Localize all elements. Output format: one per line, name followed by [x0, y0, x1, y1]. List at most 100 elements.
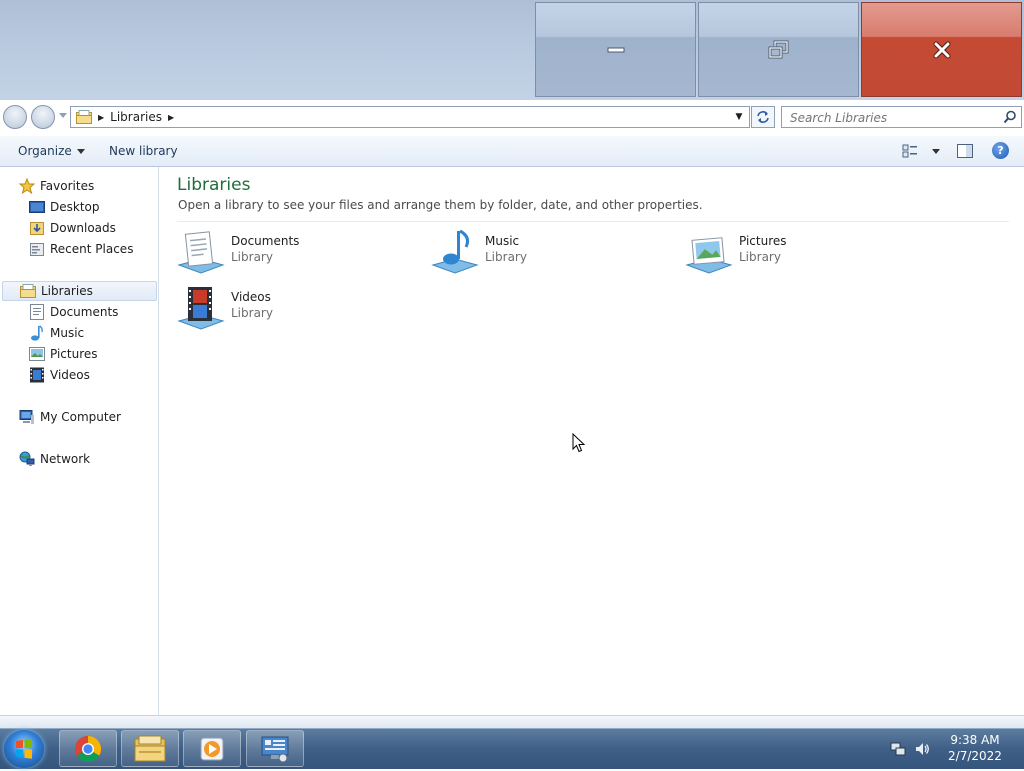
library-tile-videos[interactable]: Videos Library — [177, 285, 397, 335]
preview-pane-icon[interactable] — [957, 143, 973, 159]
nav-downloads-label: Downloads — [50, 221, 116, 235]
library-name: Music — [485, 234, 520, 248]
desktop-icon — [29, 199, 45, 215]
taskbar-media-player[interactable] — [183, 730, 241, 767]
volume-icon[interactable] — [914, 741, 930, 757]
library-tile-music[interactable]: Music Library — [431, 229, 651, 279]
downloads-folder-icon — [29, 220, 45, 236]
nav-music-label: Music — [50, 326, 85, 340]
library-type: Library — [485, 250, 527, 264]
nav-recent-places-label: Recent Places — [50, 242, 134, 256]
navigation-pane: Favorites Desktop Downloads Recent Place… — [0, 167, 159, 715]
content-divider — [177, 221, 1009, 222]
taskbar-control-panel[interactable] — [246, 730, 304, 767]
nav-videos-label: Videos — [50, 368, 90, 382]
music-note-icon — [29, 325, 45, 341]
view-options-dropdown[interactable] — [932, 149, 940, 154]
page-title: Libraries — [177, 175, 251, 195]
organize-button[interactable]: Organize — [18, 144, 85, 158]
clock-time: 9:38 AM — [950, 733, 1000, 747]
window-titlebar[interactable] — [0, 0, 1024, 100]
film-strip-icon — [29, 367, 45, 383]
library-type: Library — [231, 250, 273, 264]
minimize-button[interactable] — [535, 2, 696, 97]
breadcrumb-arrow-icon[interactable]: ▶ — [98, 113, 104, 122]
command-toolbar: Organize New library — [0, 136, 1024, 167]
network-status-icon[interactable] — [890, 741, 906, 757]
help-icon[interactable]: ? — [992, 142, 1009, 159]
nav-my-computer[interactable]: My Computer — [19, 407, 121, 427]
nav-favorites[interactable]: Favorites — [19, 176, 94, 196]
content-pane: Libraries Open a library to see your fil… — [159, 167, 1024, 715]
nav-pictures[interactable]: Pictures — [29, 344, 98, 364]
chevron-down-icon — [76, 149, 85, 154]
breadcrumb-libraries[interactable]: Libraries — [110, 110, 162, 124]
library-tile-documents[interactable]: Documents Library — [177, 229, 397, 279]
library-type: Library — [231, 306, 273, 320]
refresh-icon — [757, 111, 769, 123]
close-icon — [933, 41, 950, 58]
close-button[interactable] — [861, 2, 1022, 97]
nav-music[interactable]: Music — [29, 323, 84, 343]
computer-icon — [19, 409, 35, 425]
nav-libraries[interactable]: Libraries — [2, 281, 157, 301]
chrome-icon — [74, 735, 102, 762]
library-name: Pictures — [739, 234, 787, 248]
restore-icon — [768, 40, 788, 58]
nav-pictures-label: Pictures — [50, 347, 98, 361]
system-clock[interactable]: 9:38 AM 2/7/2022 — [945, 732, 1005, 764]
nav-desktop[interactable]: Desktop — [29, 197, 100, 217]
recent-places-icon — [29, 241, 45, 257]
address-history-dropdown-icon[interactable]: ▼ — [731, 109, 747, 125]
mouse-cursor-icon — [572, 433, 586, 453]
search-box[interactable] — [781, 106, 1022, 128]
taskbar-file-explorer[interactable] — [121, 730, 179, 767]
control-panel-icon — [261, 736, 289, 762]
breadcrumb-arrow-icon[interactable]: ▶ — [168, 113, 174, 122]
organize-label: Organize — [18, 144, 72, 158]
pictures-icon — [29, 346, 45, 362]
change-view-icon[interactable] — [902, 143, 918, 159]
nav-libraries-label: Libraries — [41, 284, 93, 298]
forward-button[interactable] — [31, 105, 55, 129]
details-pane — [0, 715, 1024, 729]
back-button[interactable] — [3, 105, 27, 129]
new-library-button[interactable]: New library — [109, 144, 178, 158]
nav-desktop-label: Desktop — [50, 200, 100, 214]
nav-documents-label: Documents — [50, 305, 119, 319]
nav-network-label: Network — [40, 452, 91, 466]
documents-icon — [29, 304, 45, 320]
nav-favorites-label: Favorites — [40, 179, 95, 193]
pictures-library-icon — [685, 237, 733, 274]
libraries-folder-icon — [76, 110, 92, 124]
network-icon — [19, 451, 35, 467]
library-name: Videos — [231, 290, 271, 304]
videos-library-icon — [177, 287, 225, 330]
libraries-folder-icon — [20, 283, 36, 299]
documents-library-icon — [177, 231, 225, 274]
nav-documents[interactable]: Documents — [29, 302, 118, 322]
page-description: Open a library to see your files and arr… — [178, 198, 703, 212]
search-input[interactable] — [788, 108, 1002, 128]
nav-downloads[interactable]: Downloads — [29, 218, 116, 238]
taskbar-chrome[interactable] — [59, 730, 117, 767]
refresh-button[interactable] — [751, 106, 775, 128]
taskbar: 9:38 AM 2/7/2022 — [0, 728, 1024, 769]
file-explorer-icon — [134, 735, 166, 761]
nav-recent-places[interactable]: Recent Places — [29, 239, 133, 259]
search-icon[interactable] — [1003, 110, 1017, 124]
library-name: Documents — [231, 234, 300, 248]
music-library-icon — [431, 229, 479, 274]
clock-date: 2/7/2022 — [948, 749, 1002, 763]
start-orb-icon[interactable] — [4, 730, 44, 768]
library-tile-pictures[interactable]: Pictures Library — [685, 229, 905, 279]
recent-pages-dropdown[interactable] — [59, 113, 67, 118]
minimize-icon — [607, 47, 624, 52]
nav-videos[interactable]: Videos — [29, 365, 90, 385]
address-bar[interactable]: ▶ Libraries ▶ ▼ — [70, 106, 750, 128]
restore-button[interactable] — [698, 2, 859, 97]
library-type: Library — [739, 250, 781, 264]
star-icon — [19, 178, 35, 194]
nav-my-computer-label: My Computer — [40, 410, 121, 424]
nav-network[interactable]: Network — [19, 449, 90, 469]
